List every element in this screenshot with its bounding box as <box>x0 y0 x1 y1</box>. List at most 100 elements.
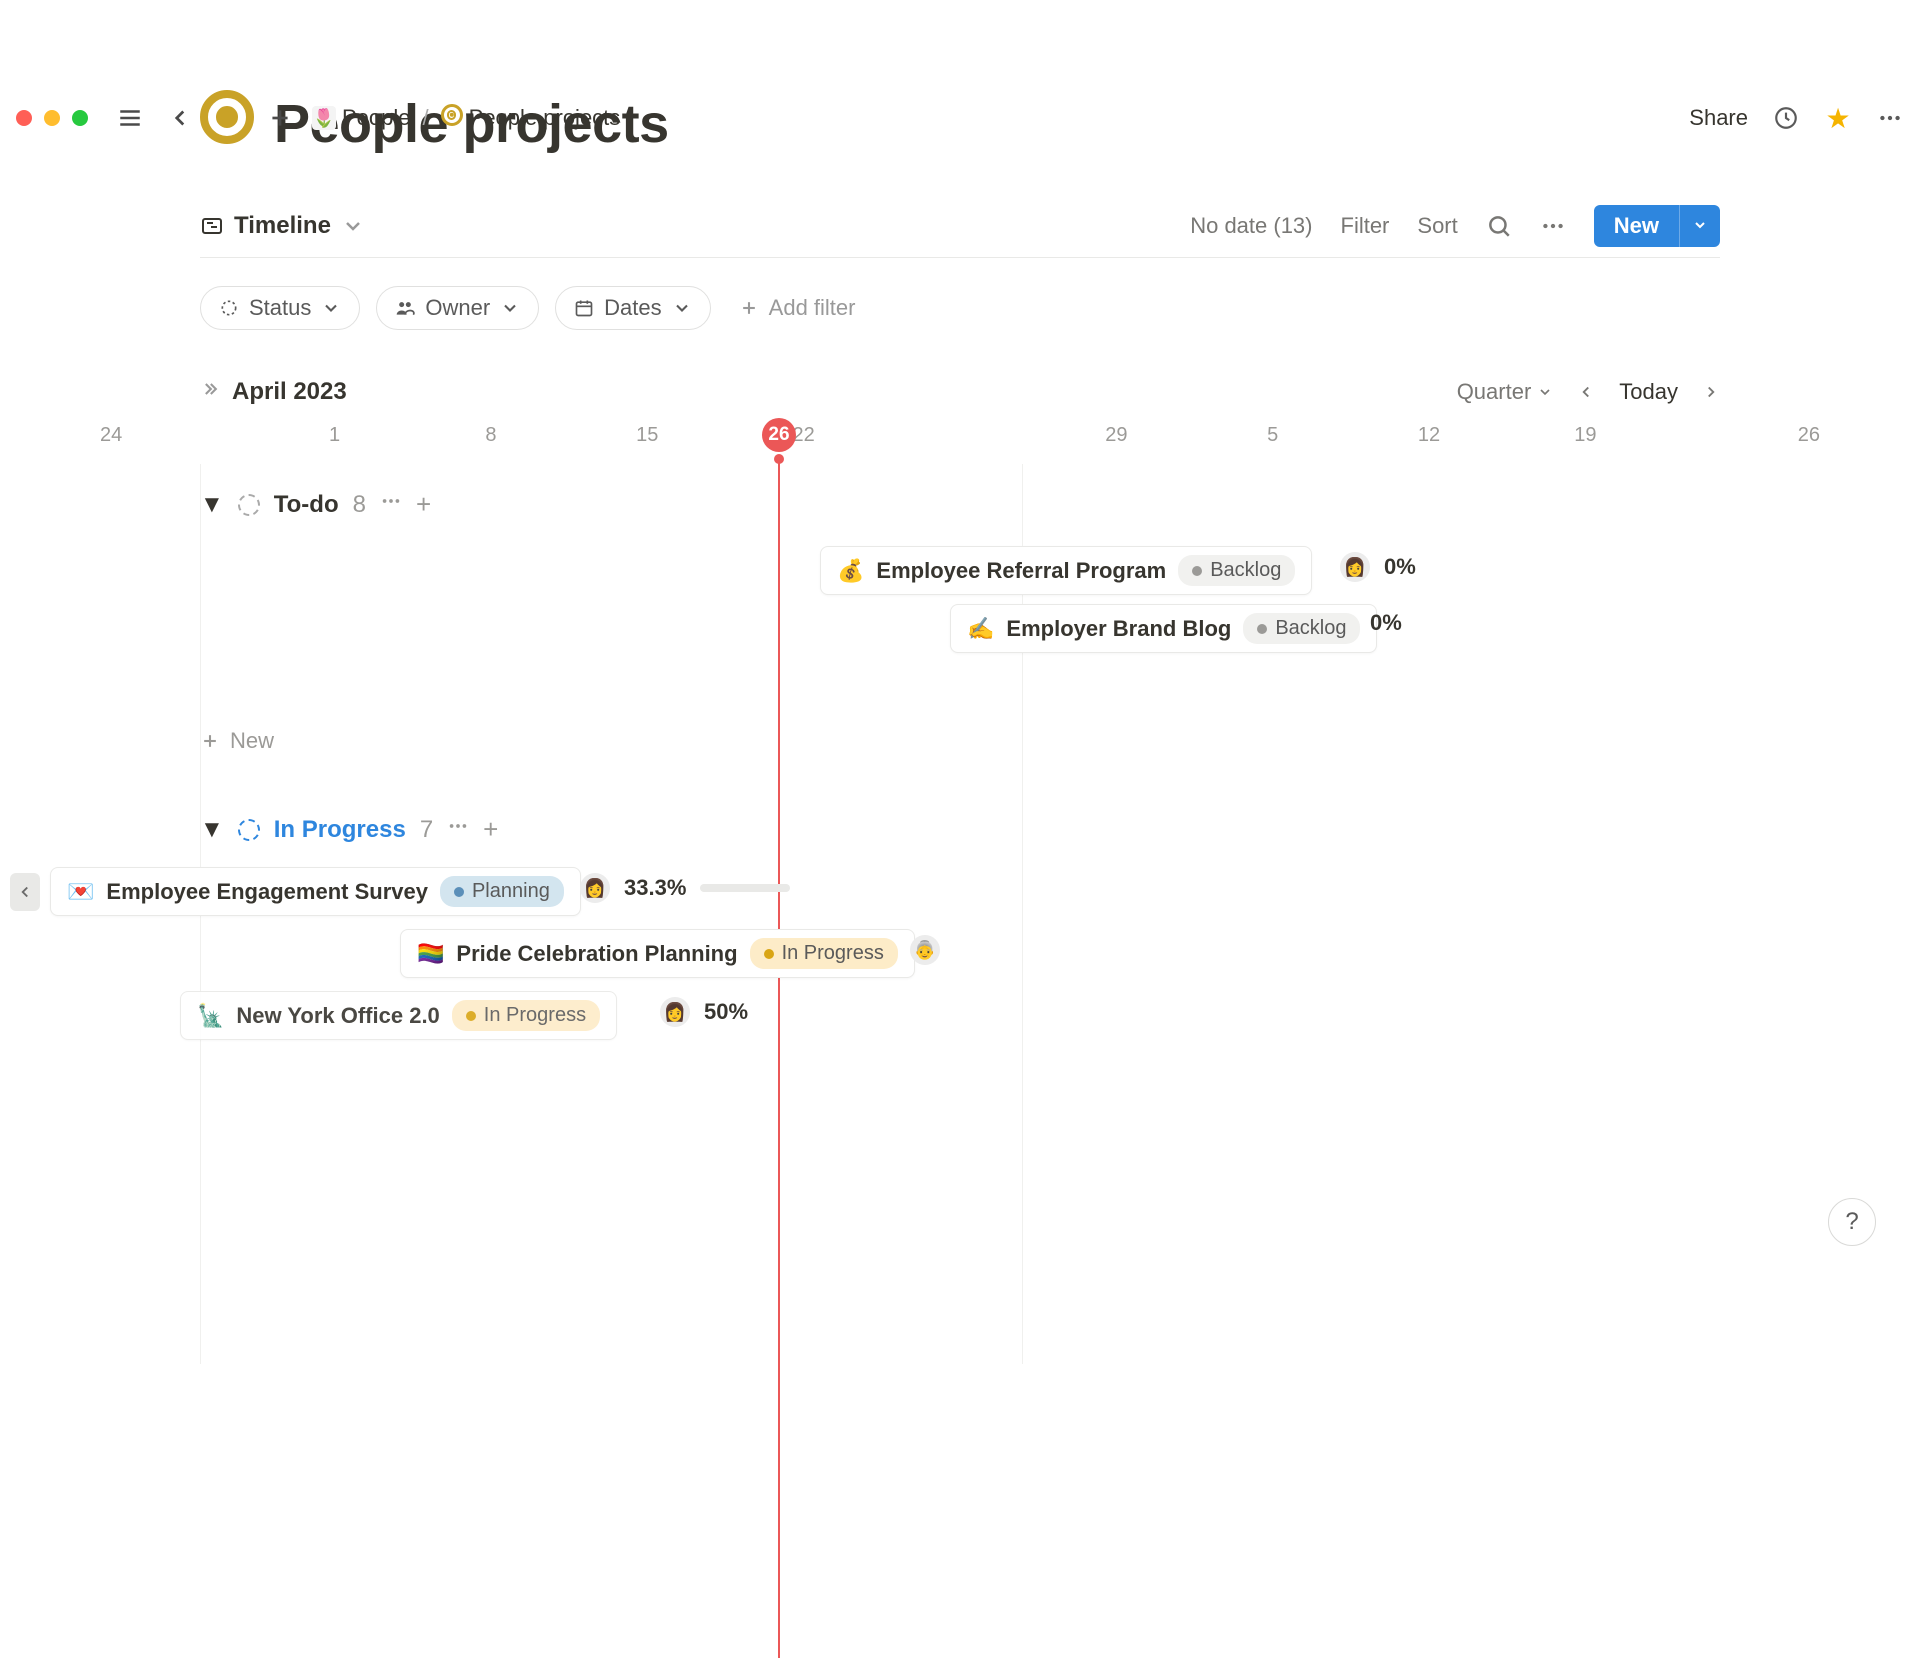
avatar: 👩 <box>660 997 690 1027</box>
group-todo: ▼ To-do 8 + 💰 Employee Referral Program … <box>200 489 1720 754</box>
breadcrumb-parent[interactable]: 🌷 People <box>312 105 411 131</box>
group-body: 💰 Employee Referral Program Backlog 👩 0%… <box>200 538 1720 688</box>
card-percent: 33.3% <box>624 875 686 901</box>
breadcrumb-page-label: People projects <box>469 105 621 131</box>
view-bar: Timeline No date (13) Filter Sort New <box>200 205 1720 258</box>
target-icon[interactable] <box>200 90 254 157</box>
breadcrumb-parent-label: People <box>342 105 411 131</box>
expand-icon[interactable] <box>200 378 220 406</box>
filter-row: Status Owner Dates Add filter <box>200 286 1720 330</box>
card-meta: 0% <box>1370 610 1402 636</box>
status-badge: In Progress <box>452 1000 600 1031</box>
status-dot-icon <box>1192 566 1202 576</box>
help-button[interactable]: ? <box>1828 1198 1876 1246</box>
timeline-card[interactable]: 💰 Employee Referral Program Backlog <box>820 546 1312 595</box>
card-percent: 0% <box>1384 554 1416 580</box>
new-button[interactable]: New <box>1594 205 1680 247</box>
group-add-button[interactable]: + <box>416 489 431 520</box>
timeline-card[interactable]: ✍️ Employer Brand Blog Backlog <box>950 604 1377 653</box>
new-button-dropdown[interactable] <box>1680 205 1720 247</box>
date-tick: 15 <box>569 424 725 447</box>
group-inprogress: ▼ In Progress 7 + 💌 Employee Engagement … <box>200 814 1720 1063</box>
sort-button[interactable]: Sort <box>1417 213 1457 239</box>
breadcrumb: 🌷 People / People projects <box>312 104 620 132</box>
view-tab-timeline[interactable]: Timeline <box>200 212 365 240</box>
writing-hand-icon: ✍️ <box>967 616 994 642</box>
chevron-down-icon <box>500 298 520 318</box>
rainbow-flag-icon: 🏳️‍🌈 <box>417 941 444 967</box>
group-header: ▼ To-do 8 + <box>200 489 1720 520</box>
prev-period-button[interactable] <box>1577 383 1595 401</box>
range-selector[interactable]: Quarter <box>1457 379 1554 405</box>
status-badge: Planning <box>440 876 564 907</box>
status-badge: Backlog <box>1178 555 1295 586</box>
love-letter-icon: 💌 <box>67 879 94 905</box>
timeline-header: April 2023 Quarter Today <box>200 378 1720 406</box>
close-window-button[interactable] <box>16 110 32 126</box>
group-toggle[interactable]: ▼ <box>200 491 224 519</box>
timeline-card[interactable]: 🏳️‍🌈 Pride Celebration Planning In Progr… <box>400 929 915 978</box>
filter-status[interactable]: Status <box>200 286 360 330</box>
chevron-down-icon <box>672 298 692 318</box>
card-title: Employee Referral Program <box>876 558 1166 584</box>
group-name: To-do <box>274 491 339 519</box>
card-title: Employer Brand Blog <box>1006 616 1231 642</box>
filter-label: Status <box>249 295 311 321</box>
card-meta: 👩 50% <box>660 997 748 1027</box>
card-meta: 👩 33.3% <box>580 873 790 903</box>
hamburger-icon[interactable] <box>116 104 144 132</box>
new-item-label: New <box>230 728 274 754</box>
card-title: Employee Engagement Survey <box>106 879 428 905</box>
updates-icon[interactable] <box>1772 104 1800 132</box>
group-toggle[interactable]: ▼ <box>200 816 224 844</box>
fullscreen-window-button[interactable] <box>72 110 88 126</box>
more-icon[interactable] <box>1876 104 1904 132</box>
timeline-card[interactable]: 🗽 New York Office 2.0 In Progress <box>180 991 617 1040</box>
group-count: 8 <box>353 491 366 519</box>
today-marker: 26 <box>762 418 796 452</box>
date-tick: 12 <box>1351 424 1507 447</box>
filter-dates[interactable]: Dates <box>555 286 710 330</box>
next-period-button[interactable] <box>1702 383 1720 401</box>
filter-owner[interactable]: Owner <box>376 286 539 330</box>
date-tick: 5 <box>1195 424 1351 447</box>
timeline-card[interactable]: 💌 Employee Engagement Survey Planning <box>50 867 581 916</box>
share-button[interactable]: Share <box>1689 105 1748 131</box>
group-add-button[interactable]: + <box>483 814 498 845</box>
card-percent: 0% <box>1370 610 1402 636</box>
more-options-icon[interactable] <box>1540 213 1566 239</box>
new-item-button[interactable]: New <box>200 728 1720 754</box>
group-count: 7 <box>420 816 433 844</box>
back-button[interactable] <box>166 104 194 132</box>
avatar: 👩 <box>1340 552 1370 582</box>
range-label: Quarter <box>1457 379 1532 405</box>
date-tick: 1 <box>256 424 412 447</box>
status-dot-icon <box>466 1011 476 1021</box>
avatar: 👵 <box>910 935 940 965</box>
view-actions: No date (13) Filter Sort New <box>1190 205 1720 247</box>
filter-button[interactable]: Filter <box>1341 213 1390 239</box>
favorite-star-icon[interactable]: ★ <box>1824 104 1852 132</box>
progress-bar <box>700 884 790 892</box>
group-more-icon[interactable] <box>447 815 469 844</box>
group-body: 💌 Employee Engagement Survey Planning 👩 … <box>200 863 1720 1063</box>
status-badge: Backlog <box>1243 613 1360 644</box>
chevron-down-icon <box>321 298 341 318</box>
traffic-lights <box>16 110 88 126</box>
statue-of-liberty-icon: 🗽 <box>197 1003 224 1029</box>
add-page-button[interactable] <box>266 104 294 132</box>
card-meta: 👩 0% <box>1340 552 1416 582</box>
scroll-left-button[interactable] <box>10 873 40 911</box>
breadcrumb-separator: / <box>423 105 429 131</box>
add-filter-button[interactable]: Add filter <box>727 287 868 329</box>
search-icon[interactable] <box>1486 213 1512 239</box>
minimize-window-button[interactable] <box>44 110 60 126</box>
date-tick: 19 <box>1507 424 1663 447</box>
status-circle-icon <box>238 494 260 516</box>
breadcrumb-page[interactable]: People projects <box>441 104 621 132</box>
group-more-icon[interactable] <box>380 490 402 519</box>
new-button-group: New <box>1594 205 1720 247</box>
status-dot-icon <box>1257 624 1267 634</box>
no-date-button[interactable]: No date (13) <box>1190 213 1312 239</box>
today-button[interactable]: Today <box>1619 379 1678 405</box>
